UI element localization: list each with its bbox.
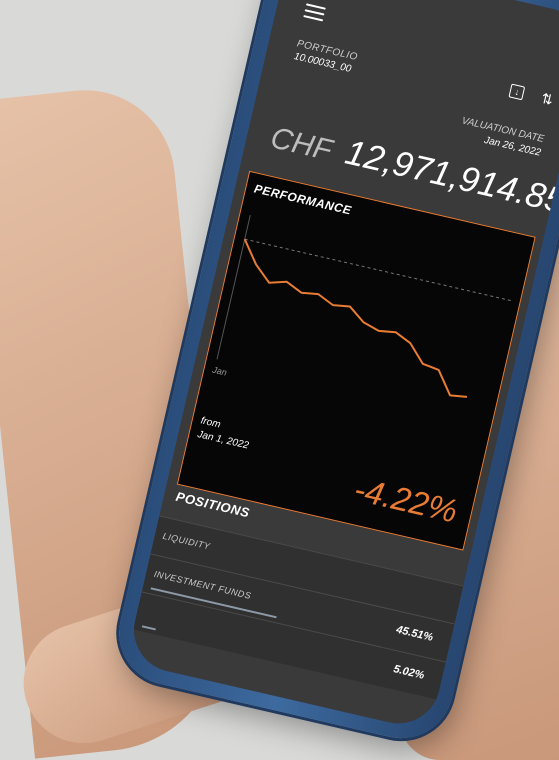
performance-line [221,239,490,399]
position-name: INVESTMENT FUNDS [153,569,252,601]
position-percent: 45.51% [395,624,434,644]
swap-icon[interactable]: ⇅ [540,91,555,107]
positions-list: LIQUIDITY INVESTMENT FUNDS 45.51% 5.02% [133,515,463,699]
baseline [245,239,512,301]
from-label: from [200,415,222,430]
performance-value: -4.22% [351,470,461,531]
position-bar [142,625,156,630]
from-date: Jan 1, 2022 [196,429,249,451]
position-name: LIQUIDITY [162,531,212,552]
photo-scene: PORTFOLIO 10.00033_00 ↓ ⇅ VALUATION DATE… [0,0,559,742]
menu-icon[interactable] [303,3,326,21]
x-tick-label: Jan [210,364,227,377]
top-actions: ↓ ⇅ [509,84,555,107]
performance-chart: Jan [198,201,528,462]
currency-code: CHF [267,121,335,168]
performance-card[interactable]: PERFORMANCE Jan from Jan 1, 2022 -4.22% [177,171,536,551]
download-icon[interactable]: ↓ [509,84,526,101]
y-axis [217,215,250,359]
position-percent: 5.02% [392,663,425,682]
